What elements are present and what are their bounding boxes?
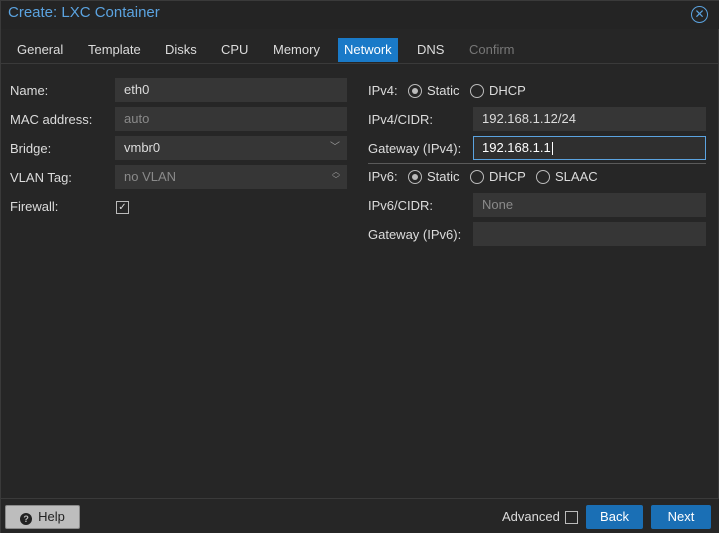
vlan-tag-input[interactable]: no VLAN ︿ ﹀	[115, 165, 347, 189]
ipv6-static-radio[interactable]	[408, 170, 422, 184]
vlan-tag-label: VLAN Tag:	[10, 170, 72, 185]
vlan-tag-placeholder: no VLAN	[124, 169, 177, 184]
gateway-ipv4-label: Gateway (IPv4):	[368, 141, 462, 156]
ipv4-dhcp-radio[interactable]	[470, 84, 484, 98]
ipv4-dhcp-label: DHCP	[489, 83, 526, 98]
ipv6-label: IPv6:	[368, 169, 398, 184]
ipv4-cidr-input[interactable]: 192.168.1.12/24	[473, 107, 706, 131]
gateway-ipv4-input[interactable]: 192.168.1.1	[473, 136, 706, 160]
firewall-label: Firewall:	[10, 199, 59, 214]
ipv4-static-label: Static	[427, 83, 460, 98]
mac-address-input[interactable]: auto	[115, 107, 347, 131]
firewall-checkbox[interactable]: ✓	[116, 201, 129, 214]
tab-bar: General Template Disks CPU Memory Networ…	[1, 34, 719, 64]
next-button[interactable]: Next	[651, 505, 711, 529]
mac-address-label: MAC address:	[10, 112, 93, 127]
gateway-ipv4-value: 192.168.1.1	[482, 140, 551, 155]
tab-general[interactable]: General	[11, 38, 69, 62]
ipv4-cidr-label: IPv4/CIDR:	[368, 112, 434, 127]
ipv6-dhcp-label: DHCP	[489, 169, 526, 184]
close-icon[interactable]: ✕	[691, 6, 708, 23]
ipv4-static-radio[interactable]	[408, 84, 422, 98]
tab-network[interactable]: Network	[338, 38, 398, 62]
tab-memory[interactable]: Memory	[267, 38, 326, 62]
create-lxc-dialog: Create: LXC Container ✕ General Template…	[0, 0, 719, 533]
gateway-ipv6-input[interactable]	[473, 222, 706, 246]
ipv6-slaac-radio[interactable]	[536, 170, 550, 184]
ipv6-cidr-input[interactable]: None	[473, 193, 706, 217]
gateway-ipv6-label: Gateway (IPv6):	[368, 227, 462, 242]
question-icon: ?	[20, 513, 33, 525]
ipv6-static-label: Static	[427, 169, 460, 184]
help-button-label: Help	[38, 509, 65, 524]
ipv4-label: IPv4:	[368, 83, 398, 98]
section-divider	[368, 163, 706, 164]
bridge-select[interactable]: vmbr0 ﹀	[115, 136, 347, 160]
bridge-value: vmbr0	[124, 140, 161, 155]
ipv6-dhcp-radio[interactable]	[470, 170, 484, 184]
dialog-title: Create: LXC Container	[8, 4, 160, 21]
tab-disks[interactable]: Disks	[159, 38, 203, 62]
ipv6-slaac-label: SLAAC	[555, 169, 598, 184]
dialog-footer: ? Help Advanced Back Next	[1, 498, 719, 533]
back-button[interactable]: Back	[586, 505, 643, 529]
name-input[interactable]: eth0	[115, 78, 347, 102]
bridge-label: Bridge:	[10, 141, 52, 156]
tab-cpu[interactable]: CPU	[215, 38, 254, 62]
spinner-icon[interactable]: ︿ ﹀	[332, 168, 340, 184]
text-caret	[551, 142, 553, 156]
tab-confirm: Confirm	[469, 42, 515, 57]
chevron-down-icon[interactable]: ﹀	[330, 137, 340, 159]
help-button[interactable]: ? Help	[5, 505, 80, 529]
tab-template[interactable]: Template	[82, 38, 147, 62]
advanced-checkbox[interactable]	[565, 511, 578, 524]
title-bar: Create: LXC Container ✕	[1, 1, 719, 29]
ipv6-cidr-label: IPv6/CIDR:	[368, 198, 434, 213]
name-label: Name:	[10, 83, 49, 98]
tab-dns[interactable]: DNS	[411, 38, 450, 62]
advanced-label: Advanced	[502, 509, 560, 524]
